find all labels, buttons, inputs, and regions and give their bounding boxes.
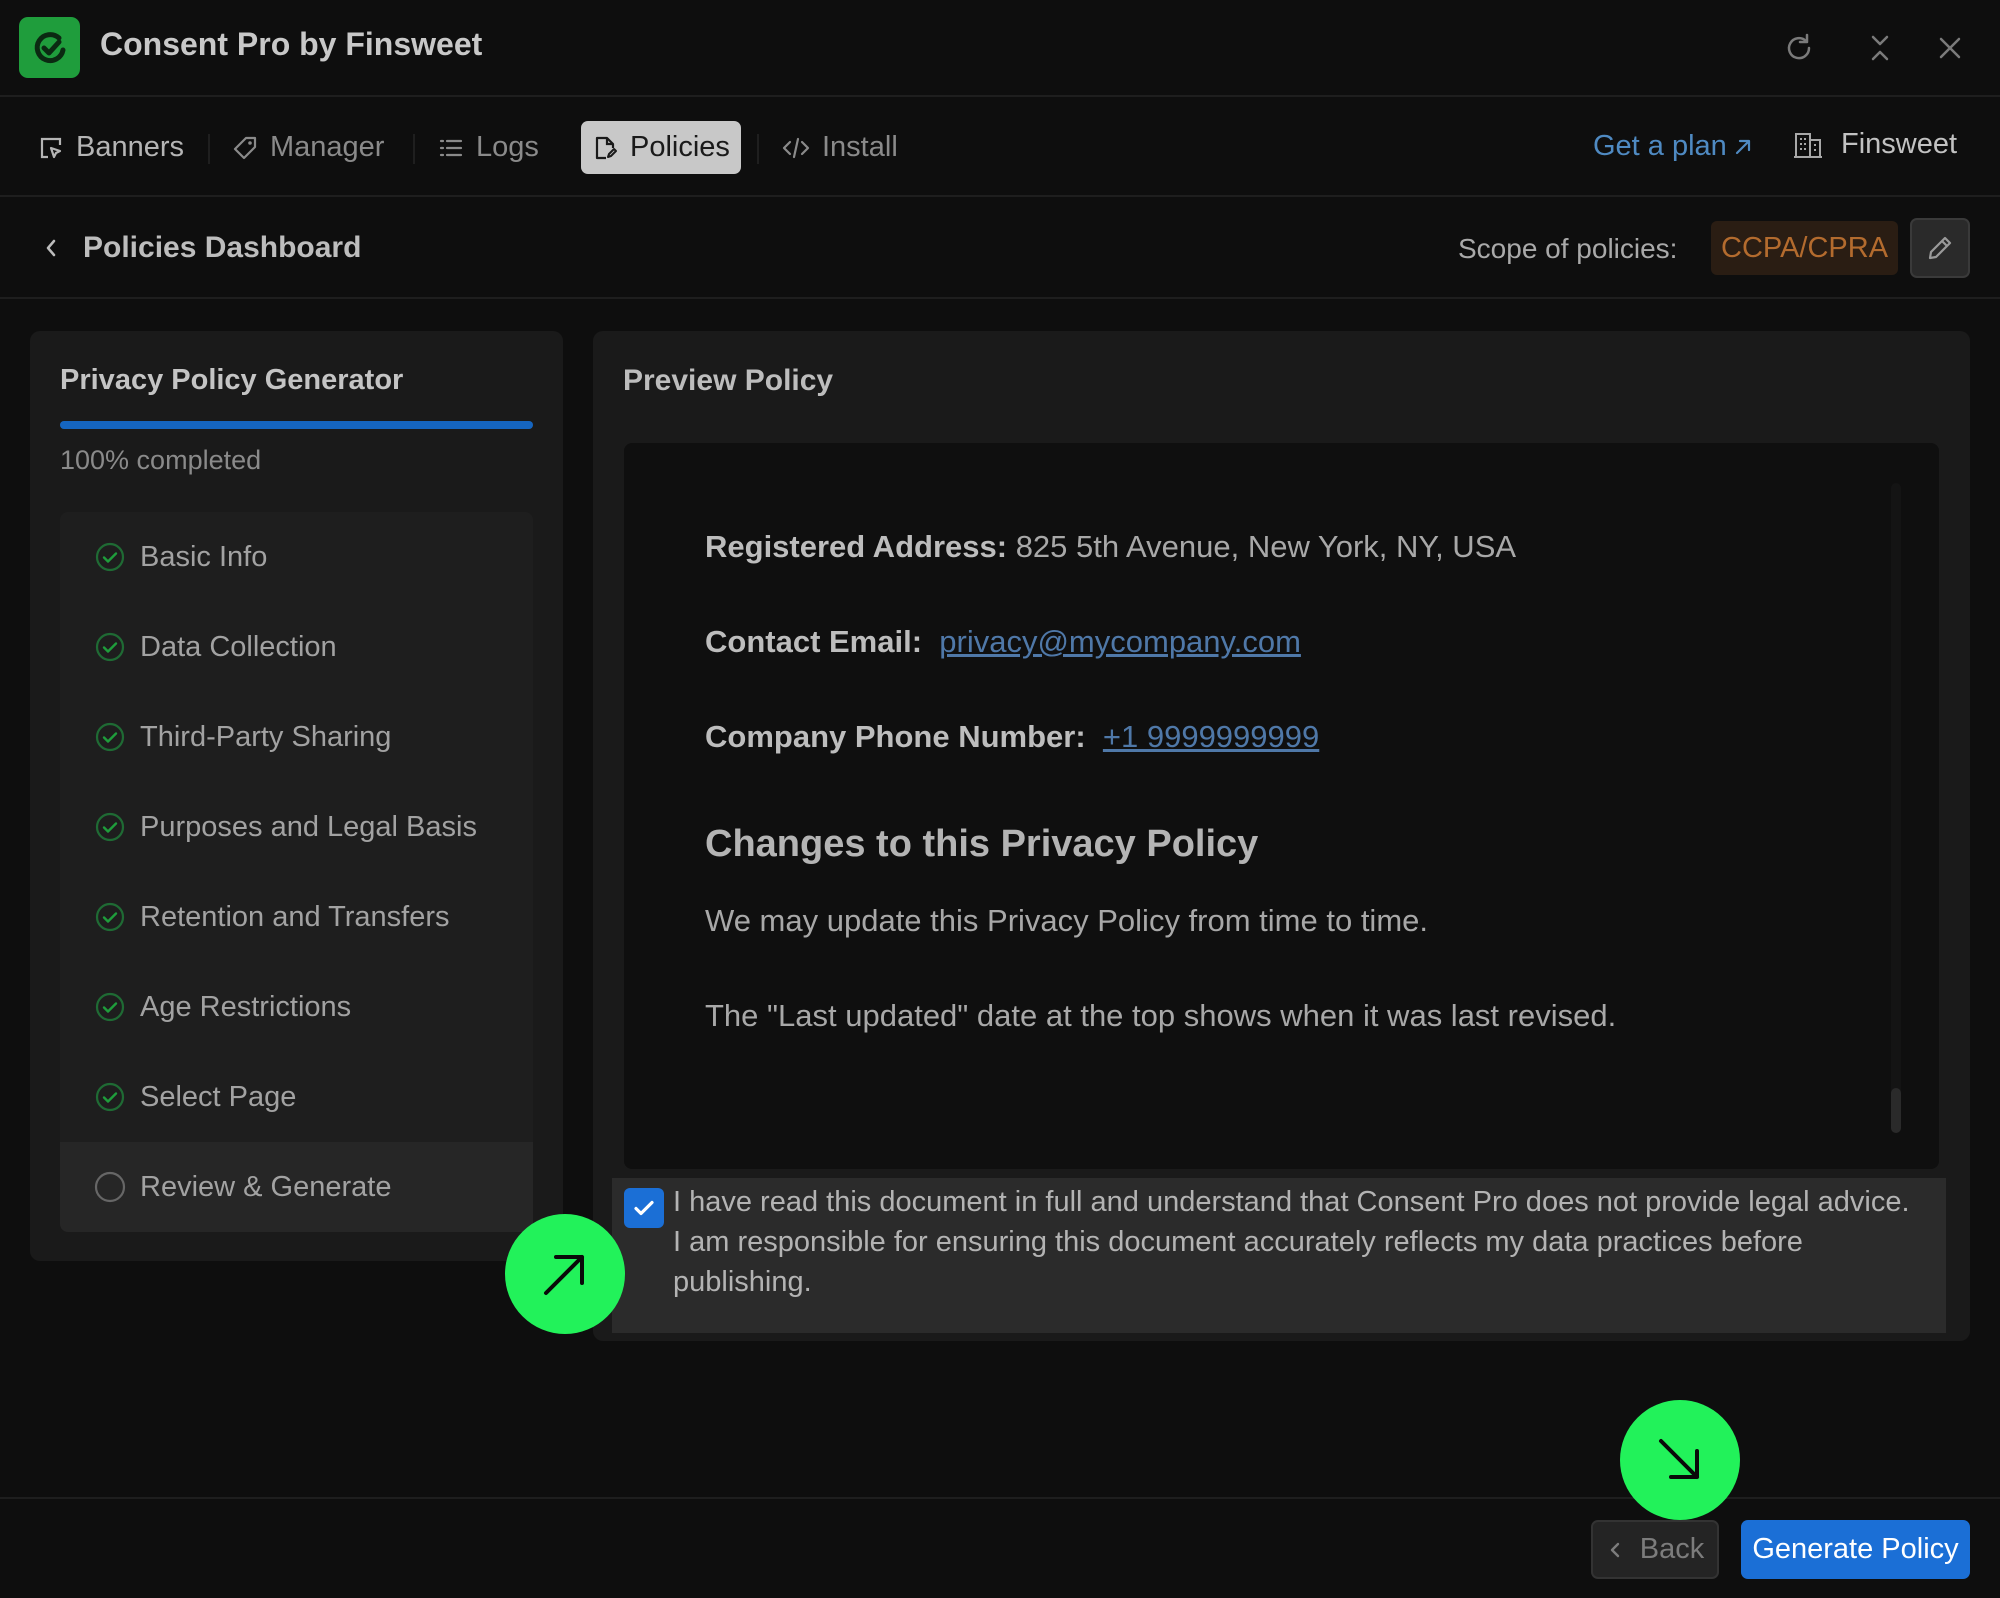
step-label: Data Collection [140,630,337,663]
check-circle-icon [95,542,125,572]
scrollbar-thumb[interactable] [1891,1088,1901,1133]
document-edit-icon [595,136,617,159]
edit-scope-button[interactable] [1910,218,1970,278]
step-purposes-legal-basis[interactable]: Purposes and Legal Basis [60,782,533,872]
tab-install[interactable]: Install [772,121,908,174]
generator-panel: Privacy Policy Generator 100% completed … [30,331,563,1261]
address-line: Registered Address: 825 5th Avenue, New … [705,529,1516,565]
step-label: Review & Generate [140,1170,392,1203]
step-data-collection[interactable]: Data Collection [60,602,533,692]
email-label: Contact Email: [705,624,923,659]
paragraph: The "Last updated" date at the top shows… [705,998,1617,1033]
check-circle-icon [95,632,125,662]
list-icon [439,139,463,156]
step-label: Basic Info [140,540,268,573]
address-value: 825 5th Avenue, New York, NY, USA [1015,529,1517,564]
tab-logs[interactable]: Logs [428,121,549,174]
tab-label: Install [822,131,898,163]
close-icon[interactable] [1932,30,1968,66]
chevron-left-icon[interactable] [40,236,64,260]
step-list: Basic Info Data Collection Third-Party S… [60,512,533,1232]
check-circle-icon [95,902,125,932]
back-label: Back [1639,1533,1705,1565]
email-line: Contact Email: privacy@mycompany.com [705,624,1301,660]
paragraph: We may update this Privacy Policy from t… [705,903,1428,938]
pencil-icon [1928,236,1952,260]
step-label: Purposes and Legal Basis [140,810,477,843]
app-logo [19,17,80,78]
generator-title: Privacy Policy Generator [60,364,404,396]
nav-divider [757,134,759,164]
step-basic-info[interactable]: Basic Info [60,512,533,602]
tag-icon [233,136,257,159]
progress-text: 100% completed [60,445,262,475]
arrow-down-right-marker-icon [1620,1400,1740,1520]
step-select-page[interactable]: Select Page [60,1052,533,1142]
workspace-switcher[interactable]: Finsweet [1793,128,1957,161]
empty-circle-icon [94,1171,126,1203]
phone-link[interactable]: +1 9999999999 [1103,719,1319,754]
tab-policies[interactable]: Policies [581,121,741,174]
title-bar: Consent Pro by Finsweet [0,0,2000,97]
collapse-icon[interactable] [1862,30,1898,66]
tab-label: Policies [630,131,730,163]
arrow-up-right-marker-icon [505,1214,625,1334]
step-third-party-sharing[interactable]: Third-Party Sharing [60,692,533,782]
nav-divider [208,134,210,164]
consent-checkbox[interactable] [624,1188,664,1228]
chevron-left-icon [1610,1542,1619,1557]
code-icon [782,137,810,158]
step-age-restrictions[interactable]: Age Restrictions [60,962,533,1052]
scope-badge: CCPA/CPRA [1711,221,1899,275]
tab-banners[interactable]: Banners [28,121,194,174]
email-link[interactable]: privacy@mycompany.com [939,624,1301,659]
scope-label: Scope of policies: [1458,233,1678,264]
step-label: Retention and Transfers [140,900,450,933]
checkmark-icon [634,1200,654,1216]
consent-text: I have read this document in full and un… [673,1186,1910,1298]
scrollbar[interactable] [1891,483,1901,1133]
phone-label: Company Phone Number: [705,719,1086,754]
tab-label: Logs [476,131,539,163]
back-button[interactable]: Back [1591,1520,1719,1579]
section-heading: Changes to this Privacy Policy [705,823,1259,865]
phone-line: Company Phone Number: +1 9999999999 [705,719,1319,755]
check-circle-icon [95,992,125,1022]
preview-title: Preview Policy [623,364,834,397]
building-icon [1794,132,1822,158]
banner-cursor-icon [40,137,62,158]
tab-manager[interactable]: Manager [222,121,394,174]
tab-label: Manager [270,131,385,163]
page-title[interactable]: Policies Dashboard [83,231,361,265]
check-circle-icon [95,812,125,842]
check-circle-icon [95,722,125,752]
check-circle-icon [95,1082,125,1112]
get-plan-label: Get a plan [1593,130,1727,162]
step-review-generate[interactable]: Review & Generate [60,1142,533,1232]
progress-fill [60,421,533,429]
sub-header: Policies Dashboard Scope of policies: CC… [0,199,2000,299]
policy-document[interactable]: Registered Address: 825 5th Avenue, New … [624,443,1939,1169]
address-label: Registered Address: [705,529,1008,564]
arrow-up-right-icon [1735,139,1750,154]
tab-label: Banners [76,131,185,163]
step-label: Age Restrictions [140,990,352,1023]
get-plan-link[interactable]: Get a plan [1593,130,1753,163]
generate-policy-button[interactable]: Generate Policy [1741,1520,1970,1579]
progress-bar [60,421,533,429]
consent-row: I have read this document in full and un… [612,1178,1946,1333]
refresh-icon[interactable] [1781,30,1817,66]
workspace-label: Finsweet [1841,128,1958,160]
nav-divider [413,134,415,164]
step-label: Select Page [140,1080,297,1113]
step-label: Third-Party Sharing [140,720,392,753]
app-title: Consent Pro by Finsweet [100,26,483,62]
step-retention-transfers[interactable]: Retention and Transfers [60,872,533,962]
